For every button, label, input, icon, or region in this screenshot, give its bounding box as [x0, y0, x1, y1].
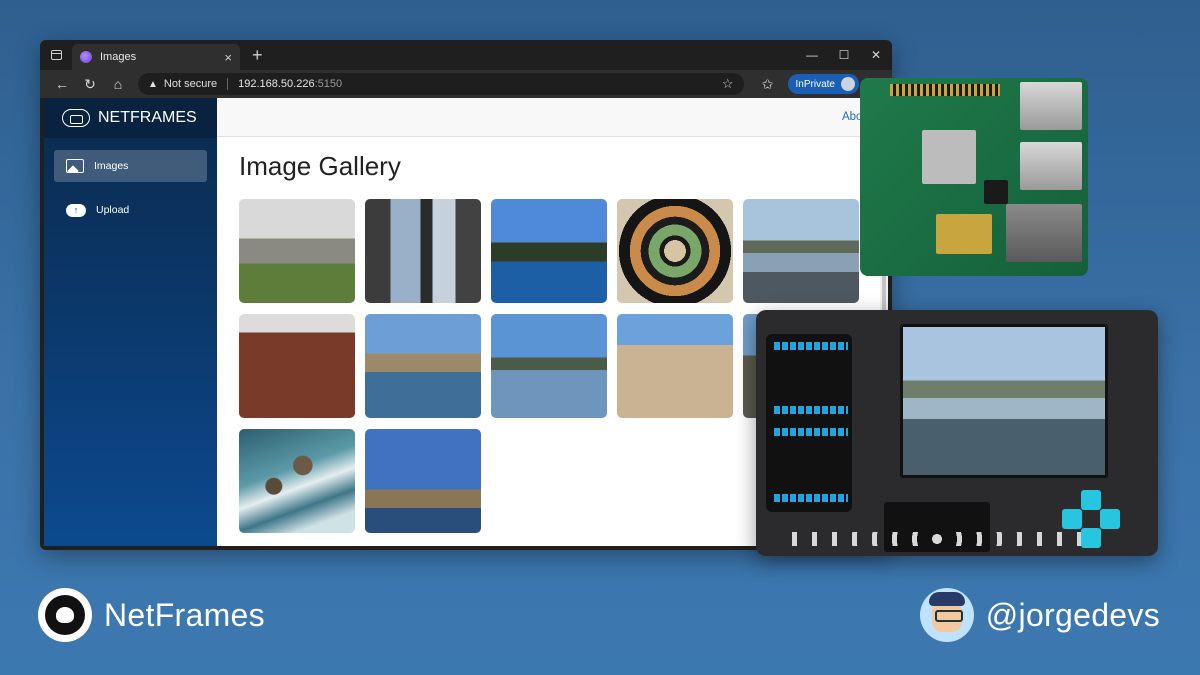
connector-strip	[774, 406, 848, 414]
usb-port	[1020, 82, 1082, 130]
tab-close-icon[interactable]: ×	[224, 50, 232, 65]
footer-author: @jorgedevs	[919, 588, 1160, 642]
address-bar[interactable]: ▲ Not secure 192.168.50.226:5150 ☆	[138, 73, 744, 95]
footer-github: NetFrames	[38, 588, 265, 642]
close-window-icon[interactable]: ✕	[860, 40, 892, 70]
maximize-icon[interactable]: ☐	[828, 40, 860, 70]
dpad-icon	[1062, 490, 1120, 548]
brand-name: NETFRAMES	[98, 109, 197, 126]
screw-terminals	[792, 532, 1082, 546]
tab-title: Images	[100, 51, 137, 63]
gallery-thumbnail[interactable]	[365, 429, 481, 533]
profile-avatar	[841, 77, 855, 91]
window-controls: — ☐ ✕	[796, 40, 892, 70]
sidebar-item-images[interactable]: Images	[54, 150, 207, 182]
site-favicon-icon	[80, 51, 92, 63]
back-arrow-icon[interactable]: ←	[48, 76, 76, 92]
refresh-icon[interactable]: ↻	[76, 76, 104, 93]
home-icon[interactable]: ⌂	[104, 76, 132, 92]
page-title: Image Gallery	[239, 151, 401, 181]
connector	[936, 214, 992, 254]
gallery-thumbnail[interactable]	[365, 199, 481, 303]
connector-strip	[774, 494, 848, 502]
project-name: NetFrames	[104, 596, 265, 633]
gallery-thumbnail[interactable]	[743, 199, 859, 303]
gallery-thumbnail[interactable]	[365, 314, 481, 418]
gpio-header	[890, 84, 1000, 96]
tab-bar: Images × + — ☐ ✕	[40, 40, 892, 70]
soc-chip	[922, 130, 976, 184]
gallery-thumbnail[interactable]	[239, 199, 355, 303]
favorites-icon[interactable]: ✩	[754, 76, 782, 93]
gallery-thumbnail[interactable]	[239, 314, 355, 418]
gallery-thumbnail[interactable]	[491, 199, 607, 303]
url-port: :5150	[314, 78, 343, 90]
url-host: 192.168.50.226	[238, 78, 315, 90]
connector-strip	[774, 342, 848, 350]
warning-triangle-icon[interactable]: ▲	[148, 79, 158, 90]
favorite-star-icon[interactable]: ☆	[722, 76, 734, 92]
gallery-thumbnail[interactable]	[617, 314, 733, 418]
chip	[984, 180, 1008, 204]
connector-panel	[766, 334, 852, 512]
gallery-thumbnail[interactable]	[239, 429, 355, 533]
ethernet-port	[1006, 204, 1082, 262]
security-status[interactable]: Not secure	[164, 78, 217, 90]
handheld-device-image	[756, 310, 1158, 556]
address-divider	[227, 78, 229, 90]
address-toolbar: ← ↻ ⌂ ▲ Not secure 192.168.50.226:5150 ☆…	[40, 70, 892, 98]
inprivate-badge[interactable]: InPrivate	[787, 74, 859, 94]
connector-strip	[774, 428, 848, 436]
sidebar-item-upload[interactable]: ↑ Upload	[54, 194, 207, 226]
usb-port	[1020, 142, 1082, 190]
sidebar: NETFRAMES Images ↑ Upload	[44, 98, 217, 546]
cloud-upload-icon: ↑	[66, 203, 86, 217]
github-logo-icon	[38, 588, 92, 642]
device-display	[900, 324, 1108, 478]
minimize-icon[interactable]: —	[796, 40, 828, 70]
raspberry-pi-board-image	[860, 78, 1088, 276]
sidebar-item-label: Upload	[96, 204, 130, 216]
author-avatar	[919, 588, 974, 642]
cloud-logo-icon	[62, 109, 90, 127]
sidebar-item-label: Images	[94, 160, 129, 172]
tab-actions-icon[interactable]	[40, 40, 72, 70]
author-handle: @jorgedevs	[985, 596, 1160, 633]
tab-images[interactable]: Images ×	[72, 44, 240, 70]
gallery-thumbnail[interactable]	[617, 199, 733, 303]
top-nav: About	[217, 98, 888, 137]
inprivate-label: InPrivate	[795, 78, 835, 90]
image-icon	[66, 159, 84, 173]
brand[interactable]: NETFRAMES	[44, 98, 217, 138]
gallery-thumbnail[interactable]	[491, 314, 607, 418]
new-tab-button[interactable]: +	[252, 46, 263, 64]
